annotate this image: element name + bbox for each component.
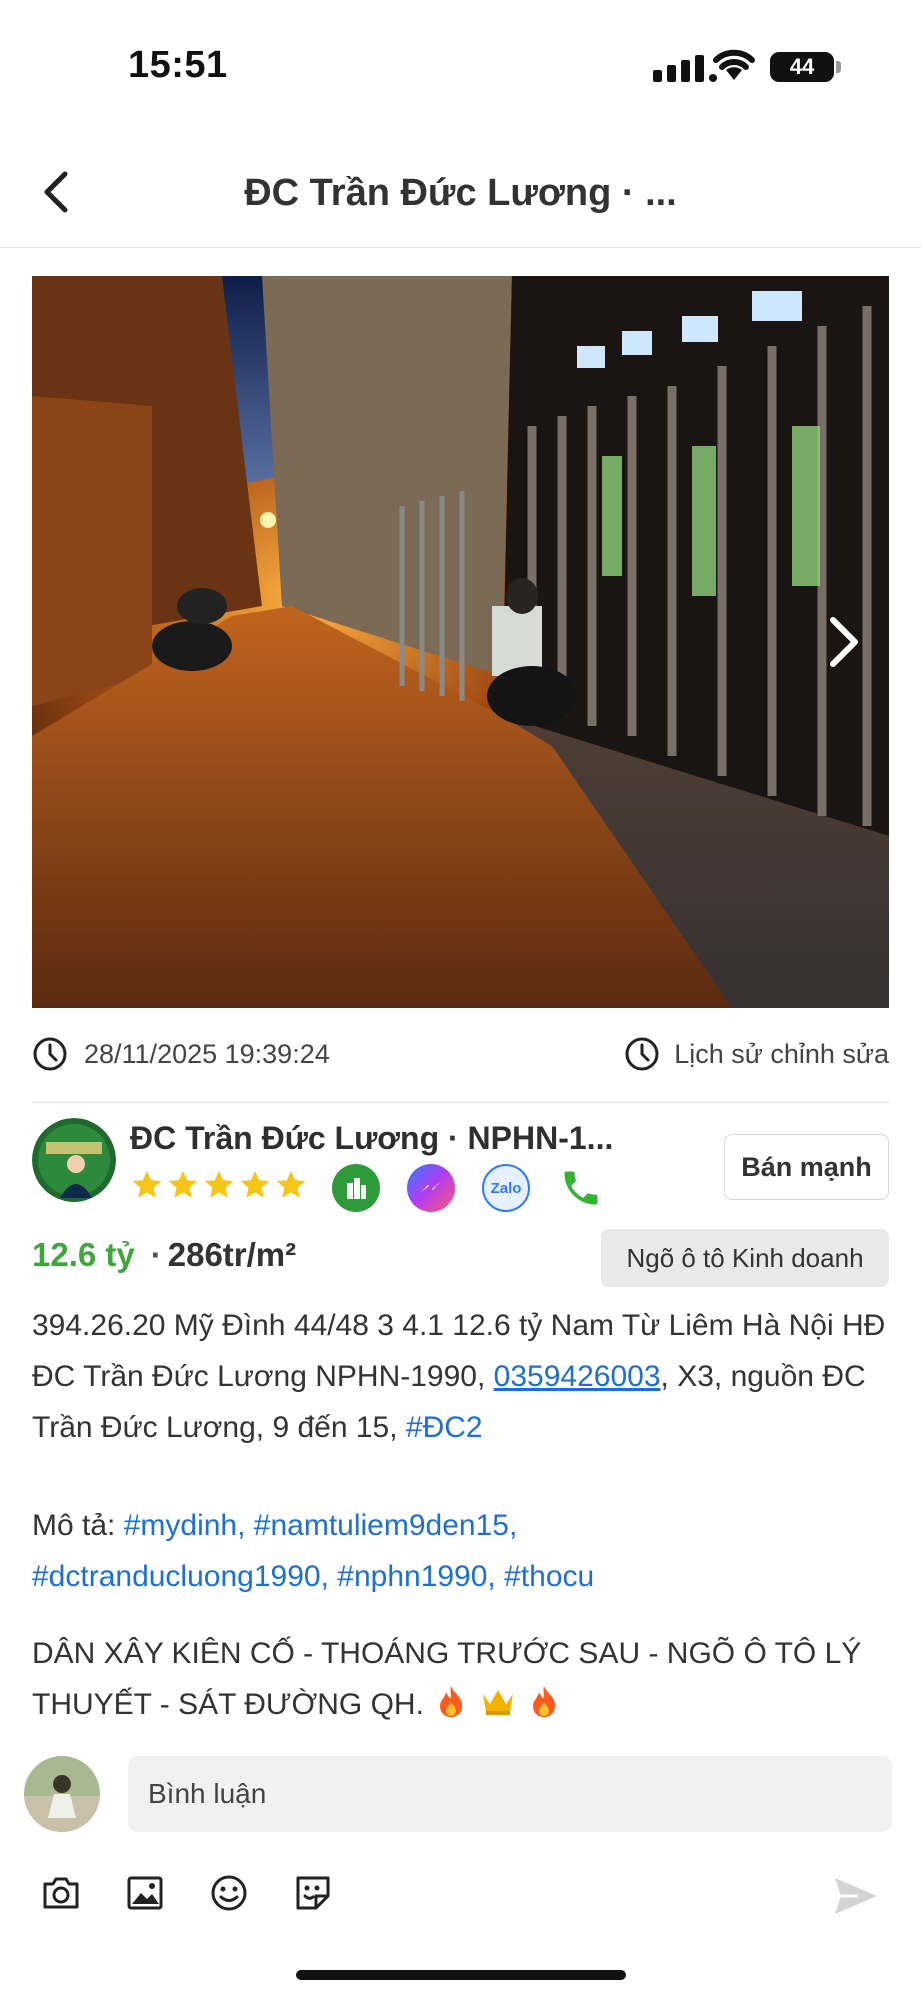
code-hashtag[interactable]: #ĐC2 <box>406 1411 483 1444</box>
phone-link[interactable]: 0359426003 <box>494 1360 661 1393</box>
wifi-icon <box>713 49 755 80</box>
clock-icon <box>625 1037 659 1071</box>
page-title: ĐC Trần Đức Lương · ... <box>244 172 677 214</box>
smiley-icon[interactable] <box>208 1872 250 1914</box>
hashtag[interactable]: #nphn1990, <box>337 1560 496 1593</box>
crown-icon <box>482 1690 513 1715</box>
avatar-image <box>32 1118 116 1202</box>
back-button[interactable] <box>30 166 82 218</box>
header: ĐC Trần Đức Lương · ... <box>0 140 921 248</box>
home-indicator <box>296 1970 626 1980</box>
sell-status-button[interactable]: Bán mạnh <box>724 1134 889 1200</box>
rating-stars <box>130 1168 308 1202</box>
alley-photo <box>32 276 889 1008</box>
listing-tag[interactable]: Ngõ ô tô Kinh doanh <box>601 1229 889 1287</box>
post-timestamp: 28/11/2025 19:39:24 <box>32 1036 330 1072</box>
timestamp-text: 28/11/2025 19:39:24 <box>84 1038 330 1069</box>
edit-history-link[interactable]: Lịch sử chỉnh sửa <box>624 1036 889 1072</box>
star-icon <box>240 1170 270 1198</box>
user-avatar-image <box>24 1756 100 1832</box>
status-bar: 15:51 44 <box>0 0 921 120</box>
divider <box>32 1102 889 1103</box>
image-icon[interactable] <box>124 1872 166 1914</box>
zalo-icon[interactable]: Zalo <box>482 1164 530 1212</box>
messenger-icon[interactable] <box>407 1164 455 1212</box>
send-icon[interactable] <box>832 1874 880 1918</box>
clock-icon <box>33 1037 67 1071</box>
user-avatar[interactable] <box>24 1756 100 1832</box>
fire-icon <box>440 1686 463 1717</box>
author-name[interactable]: ĐC Trần Đức Lương · NPHN-1... <box>130 1120 630 1157</box>
price-per-m2: 286tr/m² <box>167 1236 297 1273</box>
star-icon <box>204 1170 234 1198</box>
battery-nub <box>836 61 841 73</box>
hashtag[interactable]: #namtuliem9den15, <box>254 1509 518 1542</box>
listing-photo[interactable] <box>32 276 889 1008</box>
edit-history-label: Lịch sử chỉnh sửa <box>674 1038 889 1069</box>
fire-icon <box>532 1686 555 1717</box>
star-icon <box>168 1170 198 1198</box>
battery-level: 44 <box>789 54 815 79</box>
author-avatar[interactable] <box>32 1118 116 1202</box>
status-time: 15:51 <box>128 44 228 86</box>
price-separator: · <box>150 1236 162 1273</box>
star-icon <box>132 1170 162 1198</box>
hashtag[interactable]: #thocu <box>504 1560 594 1593</box>
phone-icon[interactable] <box>557 1164 605 1212</box>
price: 12.6 tỷ <box>32 1236 135 1273</box>
price-row: 12.6 tỷ · 286tr/m² <box>32 1236 296 1274</box>
listing-caption: DÂN XÂY KIÊN CỐ - THOÁNG TRƯỚC SAU - NGÕ… <box>32 1628 892 1730</box>
listing-description: 394.26.20 Mỹ Đình 44/48 3 4.1 12.6 tỷ Na… <box>32 1300 892 1453</box>
hashtag[interactable]: #dctranducluong1990, <box>32 1560 329 1593</box>
star-icon <box>276 1170 306 1198</box>
zalo-label: Zalo <box>490 1179 522 1197</box>
battery-icon: 44 <box>770 52 834 82</box>
sticker-icon[interactable] <box>292 1872 334 1914</box>
comment-input[interactable] <box>128 1756 892 1832</box>
app-icon[interactable] <box>332 1164 380 1212</box>
camera-icon[interactable] <box>40 1872 82 1914</box>
description-tags: Mô tả: #mydinh, #namtuliem9den15, #dctran… <box>32 1500 892 1602</box>
signal-icon <box>653 52 717 82</box>
tags-label: Mô tả: <box>32 1509 124 1542</box>
hashtag[interactable]: #mydinh, <box>124 1509 246 1542</box>
chevron-left-icon <box>44 171 68 213</box>
contact-icons: Zalo <box>332 1164 605 1212</box>
meta-row: 28/11/2025 19:39:24 Lịch sử chỉnh sửa <box>32 1036 889 1080</box>
comment-toolbar <box>40 1872 334 1914</box>
chevron-right-icon[interactable] <box>819 612 869 672</box>
